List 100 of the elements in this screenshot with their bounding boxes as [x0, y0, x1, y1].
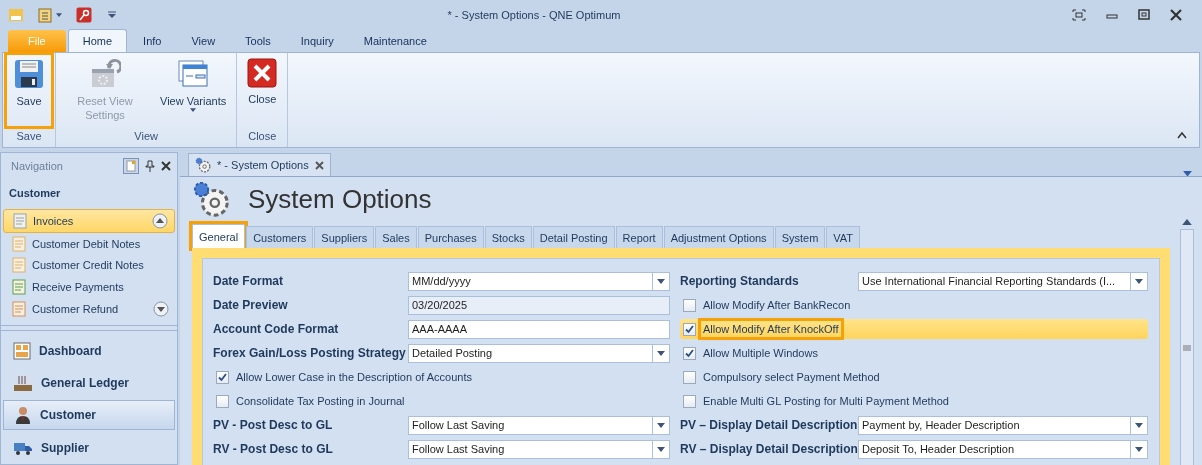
ribbon-tab[interactable]: View	[177, 30, 230, 52]
scroll-up-icon[interactable]	[152, 212, 168, 229]
dropdown-arrow-icon	[657, 350, 665, 356]
tab[interactable]: Report	[615, 226, 663, 248]
gear-icon	[195, 157, 211, 173]
person-icon	[14, 406, 32, 425]
field-label: RV - Post Desc to GL	[213, 442, 334, 456]
checkbox-label: Allow Modify After KnockOff	[701, 321, 841, 337]
panel-title: Navigation	[11, 159, 64, 172]
dropdown-field[interactable]: Follow Last Saving	[408, 439, 670, 459]
checkbox-label: Allow Multiple Windows	[702, 346, 819, 361]
field-label: PV – Display Detail Description	[680, 418, 858, 432]
checkbox[interactable]	[216, 394, 229, 408]
dropdown-field[interactable]: MM/dd/yyyy	[408, 271, 670, 291]
fullscreen-icon[interactable]	[1072, 9, 1086, 21]
scrollbar-thumb[interactable]	[1180, 229, 1194, 465]
close-icon[interactable]	[1170, 9, 1182, 21]
nav-item[interactable]: Receive Payments	[3, 276, 175, 299]
dropdown-arrow-icon	[1183, 170, 1192, 176]
close-icon[interactable]	[314, 160, 324, 170]
tab[interactable]: General	[192, 224, 246, 248]
checkbox[interactable]	[683, 298, 696, 312]
pin-icon[interactable]	[145, 159, 155, 172]
tab[interactable]: Sales	[375, 226, 417, 248]
tab[interactable]: Adjustment Options	[663, 226, 774, 248]
checkbox-label: Compulsory select Payment Method	[702, 370, 881, 385]
nav-item[interactable]: Customer Refund	[3, 298, 175, 320]
close-icon	[247, 58, 278, 88]
dashboard-icon	[13, 341, 31, 360]
caret-icon	[56, 13, 62, 17]
ribbon-tab[interactable]: Tools	[231, 30, 285, 52]
truck-icon	[13, 440, 33, 457]
checkbox-label: Allow Modify After BankRecon	[702, 298, 852, 313]
dropdown-arrow-icon	[657, 278, 665, 284]
nav-item[interactable]: Invoices	[3, 208, 175, 233]
field-label: RV – Display Detail Description	[680, 442, 858, 456]
payment-icon	[11, 279, 27, 296]
refund-icon	[11, 301, 27, 317]
field-label: PV - Post Desc to GL	[213, 418, 334, 432]
close-icon[interactable]	[161, 160, 171, 171]
ribbon-button[interactable]: View Variants	[154, 55, 233, 126]
window-icon	[177, 58, 210, 90]
dropdown-arrow-icon	[1135, 446, 1143, 452]
tab[interactable]: Purchases	[417, 226, 484, 248]
maximize-icon[interactable]	[1138, 9, 1150, 21]
dropdown-field[interactable]: Detailed Posting	[408, 343, 670, 363]
key-icon[interactable]	[76, 7, 92, 23]
customize-toolbar-icon[interactable]	[108, 11, 116, 19]
dropdown-field[interactable]: Use International Financial Reporting Standards (I...	[858, 271, 1148, 291]
clipboard-icon[interactable]	[38, 7, 52, 23]
dropdown-field[interactable]: Deposit To, Header Description	[858, 439, 1148, 459]
module-button[interactable]: Customer	[3, 400, 175, 431]
field-label: Reporting Standards	[680, 274, 800, 288]
note-icon	[11, 235, 27, 252]
group-label: Save	[15, 129, 43, 144]
note-icon	[11, 257, 27, 274]
tab[interactable]: Stocks	[484, 226, 532, 248]
ledger-icon	[13, 373, 33, 392]
ribbon-button[interactable]: Save	[7, 55, 51, 126]
dropdown-arrow-icon	[1135, 278, 1143, 284]
checkbox[interactable]	[683, 322, 696, 336]
module-button[interactable]: Dashboard	[3, 336, 175, 365]
scroll-up-icon	[1182, 219, 1192, 225]
checkbox[interactable]	[683, 346, 696, 360]
document-tab[interactable]: * - System Options	[188, 153, 331, 176]
dropdown-arrow-icon	[657, 422, 665, 428]
reset-view-icon	[89, 58, 121, 90]
tab[interactable]: Detail Posting	[532, 226, 615, 248]
gear-icon	[192, 180, 230, 218]
dropdown-field[interactable]: Payment by, Header Description	[858, 415, 1148, 435]
section-title: Customer	[8, 185, 62, 201]
tab[interactable]: Customers	[246, 226, 314, 248]
dropdown-arrow-icon	[657, 446, 665, 452]
dropdown-field[interactable]: Follow Last Saving	[408, 415, 670, 435]
nav-item[interactable]: Customer Credit Notes	[3, 254, 175, 277]
ribbon-tab[interactable]: Home	[67, 29, 128, 52]
scroll-down-icon[interactable]	[153, 301, 169, 317]
checkbox[interactable]	[683, 370, 696, 384]
checkbox-label: Allow Lower Case in the Description of Accounts	[235, 370, 473, 385]
module-button[interactable]: General Ledger	[3, 368, 175, 397]
collapse-ribbon-icon[interactable]	[1177, 131, 1187, 139]
group-label: View	[133, 129, 159, 144]
text-field[interactable]: AAA-AAAA	[408, 319, 670, 339]
module-button[interactable]: Supplier	[3, 434, 175, 463]
checkbox[interactable]	[683, 394, 696, 408]
tab[interactable]: VAT	[826, 226, 861, 248]
checkbox-label: Consolidate Tax Posting in Journal	[235, 394, 406, 409]
ribbon-tab[interactable]: Maintenance	[349, 30, 441, 52]
tab[interactable]: Suppliers	[314, 226, 375, 248]
tab[interactable]: System	[774, 226, 826, 248]
ribbon-button[interactable]: Close	[241, 55, 284, 126]
page-icon[interactable]	[123, 157, 139, 174]
readonly-field: 03/20/2025	[408, 295, 670, 315]
checkbox[interactable]	[216, 370, 229, 384]
nav-item[interactable]: Customer Debit Notes	[3, 232, 175, 255]
dropdown-arrow-icon	[1135, 422, 1143, 428]
window-title: * - System Options - QNE Optimum	[446, 9, 622, 21]
ribbon-tab[interactable]: Inquiry	[286, 30, 348, 52]
invoice-icon	[12, 212, 28, 229]
ribbon-tab[interactable]: Info	[129, 30, 176, 52]
